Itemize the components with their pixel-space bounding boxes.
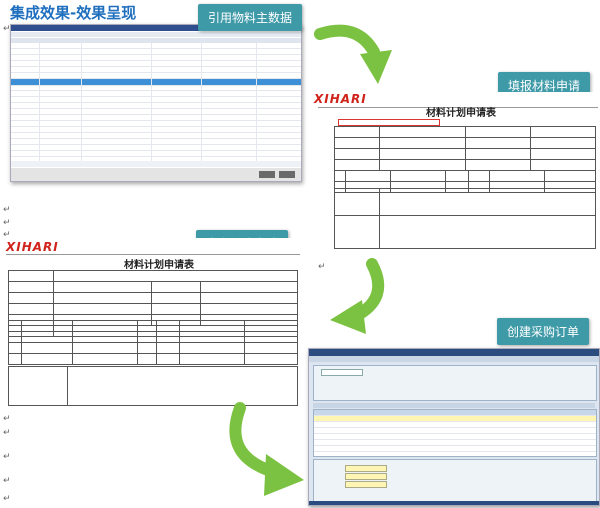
- production-form-panel: XIHARI 材料计划申请表: [6, 238, 300, 408]
- dialog-footer: [11, 168, 301, 181]
- sap-titlebar: [309, 349, 599, 356]
- production-items-table: [8, 320, 298, 365]
- sap-detail-field[interactable]: [345, 481, 387, 488]
- paragraph-mark: ↵: [3, 494, 11, 504]
- sap-items-grid: [313, 409, 597, 457]
- paragraph-mark: ↵: [3, 414, 11, 424]
- brand-logo: XIHARI: [6, 240, 59, 254]
- arrow-icon: [314, 24, 392, 84]
- remarks-table: [334, 188, 596, 249]
- request-number-input[interactable]: [338, 119, 440, 126]
- pagination-bar[interactable]: [11, 161, 301, 167]
- paragraph-mark: ↵: [318, 262, 326, 272]
- sap-tabs[interactable]: [313, 403, 595, 408]
- sap-toolbar: [309, 356, 599, 362]
- sap-detail-field[interactable]: [345, 473, 387, 480]
- cancel-button[interactable]: [279, 171, 295, 178]
- material-table: [11, 43, 301, 161]
- paragraph-mark: ↵: [3, 452, 11, 462]
- paragraph-mark: ↵: [3, 205, 11, 215]
- divider: [6, 254, 300, 255]
- request-form-panel: XIHARI 材料计划申请表: [314, 92, 598, 252]
- brand-logo: XIHARI: [314, 92, 367, 106]
- sap-detail-field[interactable]: [345, 465, 387, 472]
- form-title: 材料计划申请表: [124, 260, 194, 271]
- paragraph-mark: ↵: [3, 218, 11, 228]
- paragraph-mark: ↵: [3, 476, 11, 486]
- label-create-po: 创建采购订单: [497, 318, 590, 345]
- arrow-icon: [330, 258, 385, 334]
- material-master-dialog: ×: [10, 24, 302, 182]
- request-form-table: [334, 126, 597, 171]
- dialog-toolbar: [11, 32, 301, 37]
- label-ref-master: 引用物料主数据: [198, 4, 303, 31]
- sap-vendor-input[interactable]: [321, 369, 363, 376]
- arrow-icon: [229, 402, 304, 496]
- sap-purchase-order-window: [308, 348, 600, 506]
- page-title: 集成效果-效果呈现: [10, 4, 137, 22]
- paragraph-mark: ↵: [3, 428, 11, 438]
- sap-status-bar: [309, 501, 599, 505]
- confirm-button[interactable]: [259, 171, 275, 178]
- form-title: 材料计划申请表: [426, 108, 496, 119]
